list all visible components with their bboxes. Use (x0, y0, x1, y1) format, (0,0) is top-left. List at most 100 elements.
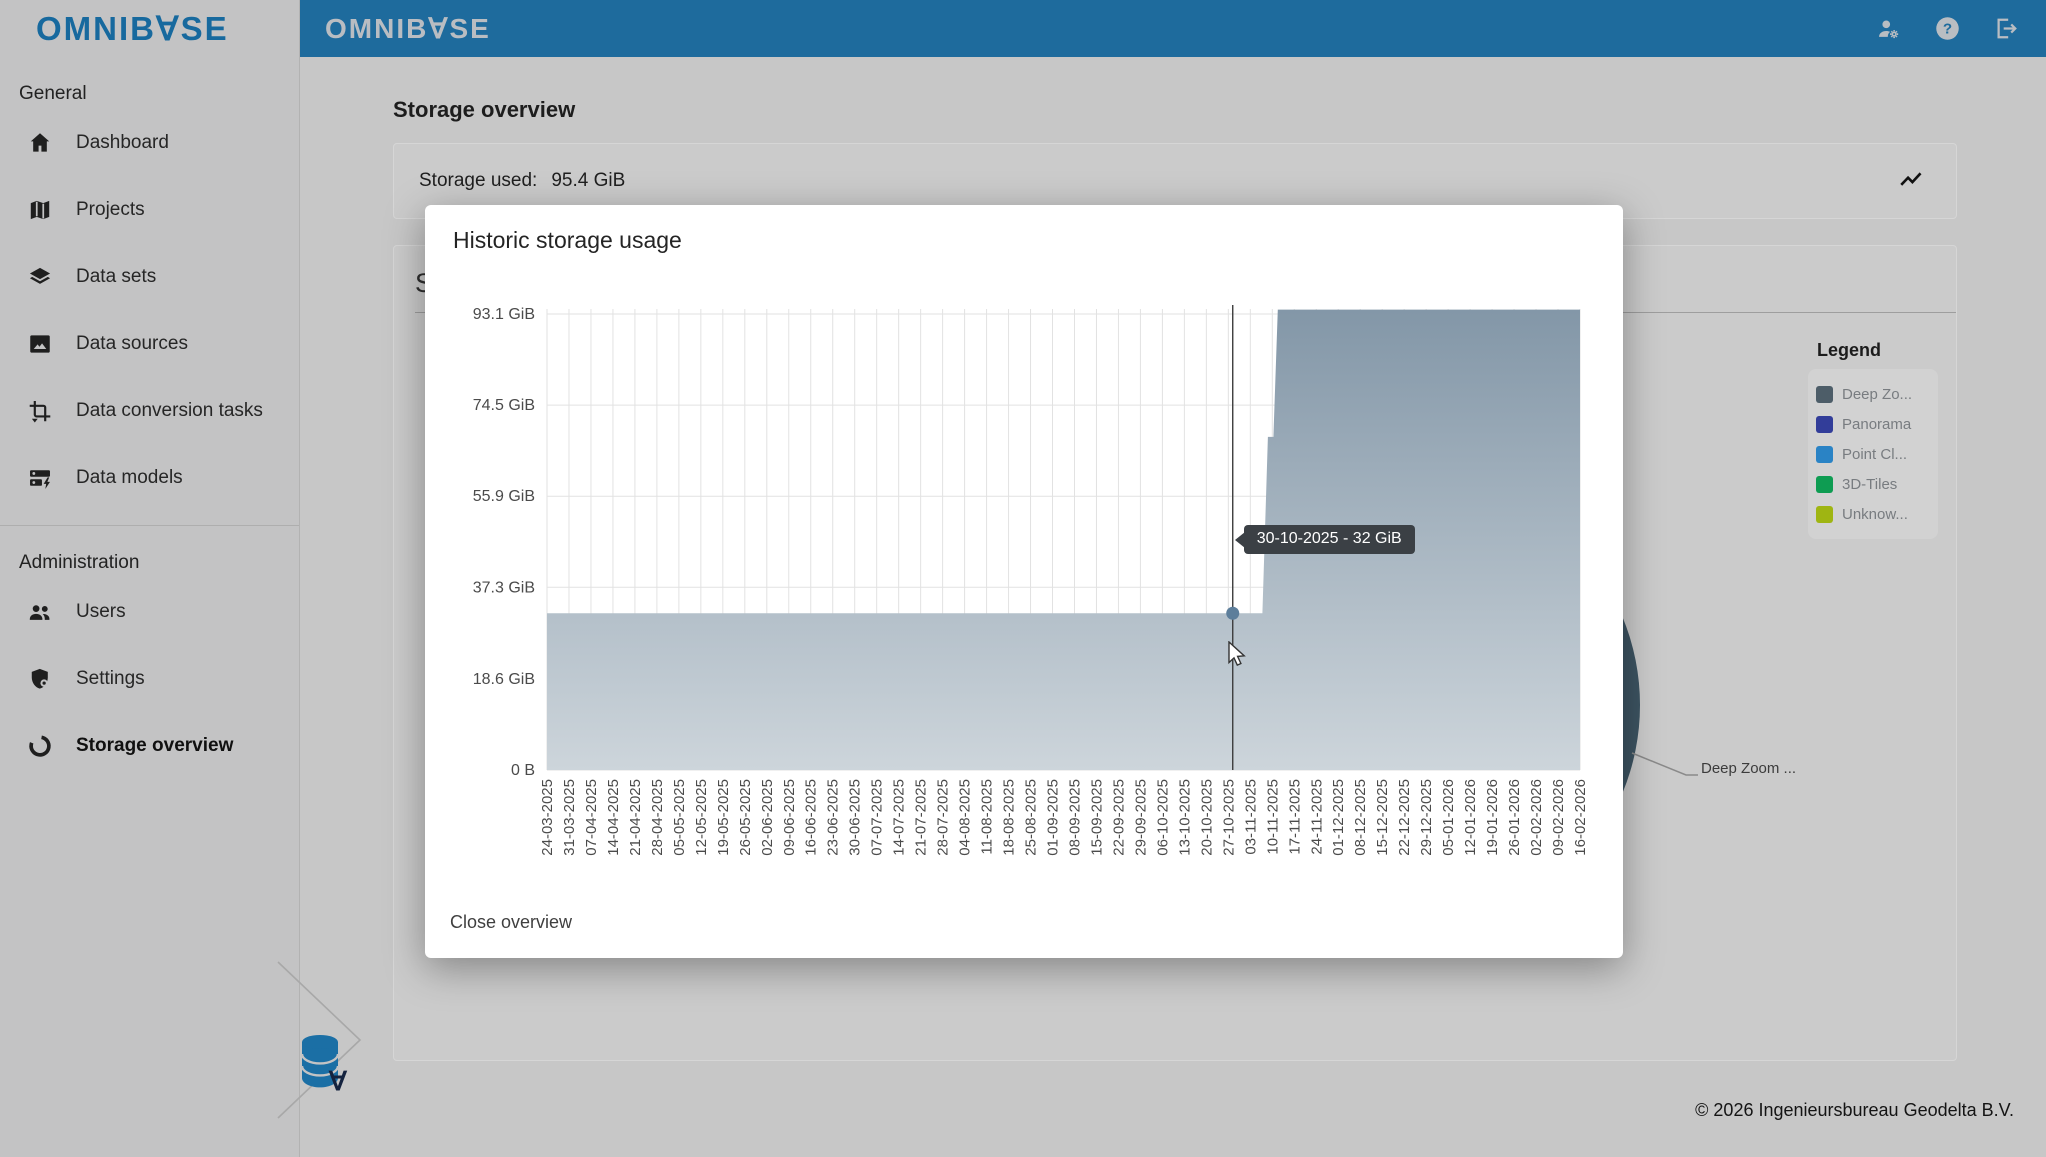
historic-storage-chart[interactable]: 0 B18.6 GiB37.3 GiB55.9 GiB74.5 GiB93.1 … (425, 265, 1623, 885)
x-axis-tick-label: 03-11-2025 (1242, 779, 1259, 855)
legend-swatch (1816, 446, 1833, 463)
storage-used-label: Storage used: (419, 170, 537, 191)
x-axis-tick-label: 09-02-2026 (1550, 779, 1567, 856)
layers-icon (27, 264, 53, 290)
x-axis-tick-label: 12-01-2026 (1462, 779, 1479, 856)
x-axis-tick-label: 14-04-2025 (605, 779, 622, 856)
sidebar-item-data-sources[interactable]: Data sources (0, 310, 299, 377)
x-axis-tick-label: 22-12-2025 (1396, 779, 1413, 856)
pie-legend: Legend Deep Zo... Panorama Point Cl... 3D-T… (1808, 340, 1938, 539)
history-chart-icon[interactable] (1894, 168, 1928, 194)
sidebar-item-label: Data models (76, 467, 183, 489)
sidebar-section-administration: Administration (0, 526, 299, 578)
x-axis-tick-label: 25-08-2025 (1023, 779, 1040, 856)
x-axis-tick-label: 26-05-2025 (737, 779, 754, 856)
x-axis-tick-label: 17-11-2025 (1286, 779, 1303, 855)
legend-box: Deep Zo... Panorama Point Cl... 3D-Tiles Unk… (1808, 369, 1938, 539)
x-axis-tick-label: 07-07-2025 (869, 779, 886, 856)
sidebar-item-data-models[interactable]: Data models (0, 444, 299, 511)
x-axis-tick-label: 15-12-2025 (1374, 779, 1391, 856)
topbar-logo[interactable]: OMNIB∀SE (325, 12, 491, 45)
x-axis-tick-label: 08-09-2025 (1066, 779, 1083, 856)
help-icon[interactable]: ? (1934, 15, 1961, 42)
y-axis-tick-label: 74.5 GiB (473, 397, 535, 414)
topbar-icons: ? (1875, 15, 2020, 42)
modal-title: Historic storage usage (453, 227, 682, 254)
sidebar-nav: GeneralDashboardProjectsData setsData so… (0, 57, 299, 779)
sidebar-item-storage-overview[interactable]: Storage overview (0, 712, 299, 779)
legend-swatch (1816, 416, 1833, 433)
x-axis-tick-label: 24-03-2025 (539, 779, 556, 856)
x-axis-tick-label: 01-12-2025 (1330, 779, 1347, 856)
legend-item-label: Point Cl... (1842, 446, 1907, 463)
sidebar-item-label: Data conversion tasks (76, 400, 263, 422)
legend-item: Point Cl... (1816, 439, 1930, 469)
storage-area-series (547, 310, 1580, 770)
legend-item: Unknow... (1816, 499, 1930, 529)
legend-title: Legend (1817, 340, 1938, 361)
legend-item-label: 3D-Tiles (1842, 476, 1897, 493)
sidebar-item-dashboard[interactable]: Dashboard (0, 109, 299, 176)
x-axis-tick-label: 13-10-2025 (1176, 779, 1193, 856)
x-axis-tick-label: 29-12-2025 (1418, 779, 1435, 856)
x-axis-tick-label: 11-08-2025 (979, 779, 996, 855)
sidebar-item-label: Data sources (76, 333, 188, 355)
sidebar-item-data-conversion-tasks[interactable]: Data conversion tasks (0, 377, 299, 444)
x-axis-tick-label: 31-03-2025 (561, 779, 578, 856)
legend-swatch (1816, 506, 1833, 523)
storage-used-value: 95.4 GiB (551, 170, 625, 191)
donut-icon (27, 733, 53, 759)
pie-slice-label: Deep Zoom ... (1701, 760, 1796, 777)
x-axis-tick-label: 19-01-2026 (1484, 779, 1501, 856)
x-axis-tick-label: 21-07-2025 (913, 779, 930, 856)
x-axis-tick-label: 10-11-2025 (1264, 779, 1281, 855)
sidebar-item-label: Users (76, 601, 126, 623)
y-axis-tick-label: 37.3 GiB (473, 579, 535, 596)
x-axis-tick-label: 07-04-2025 (583, 779, 600, 856)
users-icon (27, 599, 53, 625)
x-axis-tick-label: 26-01-2026 (1506, 779, 1523, 856)
sidebar-item-data-sets[interactable]: Data sets (0, 243, 299, 310)
home-icon (27, 130, 53, 156)
sidebar-item-users[interactable]: Users (0, 578, 299, 645)
x-axis-tick-label: 20-10-2025 (1198, 779, 1215, 856)
sidebar-logo[interactable]: OMNIB∀SE (0, 0, 299, 57)
footer-copyright: © 2026 Ingenieursbureau Geodelta B.V. (1695, 1100, 2014, 1121)
sidebar-item-settings[interactable]: Settings (0, 645, 299, 712)
image-icon (27, 331, 53, 357)
legend-swatch (1816, 476, 1833, 493)
x-axis-tick-label: 02-02-2026 (1528, 779, 1545, 856)
x-axis-tick-label: 27-10-2025 (1220, 779, 1237, 856)
close-overview-button[interactable]: Close overview (446, 908, 576, 937)
x-axis-tick-label: 18-08-2025 (1001, 779, 1018, 856)
x-axis-tick-label: 24-11-2025 (1308, 779, 1325, 855)
x-axis-tick-label: 06-10-2025 (1154, 779, 1171, 856)
sidebar-item-label: Dashboard (76, 132, 169, 154)
x-axis-tick-label: 05-05-2025 (671, 779, 688, 856)
sidebar-item-projects[interactable]: Projects (0, 176, 299, 243)
crop-icon (27, 398, 53, 424)
mouse-cursor-icon (1227, 641, 1249, 671)
sidebar-item-label: Settings (76, 668, 145, 690)
legend-item-label: Deep Zo... (1842, 386, 1912, 403)
x-axis-tick-label: 28-04-2025 (649, 779, 666, 856)
x-axis-tick-label: 16-02-2026 (1572, 779, 1589, 856)
logout-icon[interactable] (1993, 15, 2020, 42)
historic-storage-modal: Historic storage usage 0 B18.6 GiB37.3 G… (425, 205, 1623, 958)
map-icon (27, 197, 53, 223)
x-axis-tick-label: 15-09-2025 (1088, 779, 1105, 856)
pie-leader-line (1632, 753, 1698, 775)
topbar: OMNIB∀SE ? (300, 0, 2046, 57)
x-axis-tick-label: 22-09-2025 (1110, 779, 1127, 856)
legend-item: Panorama (1816, 409, 1930, 439)
sidebar: OMNIB∀SE GeneralDashboardProjectsData se… (0, 0, 300, 1157)
x-axis-tick-label: 16-06-2025 (803, 779, 820, 856)
chart-tooltip: 30-10-2025 - 32 GiB (1244, 525, 1415, 554)
x-axis-tick-label: 05-01-2026 (1440, 779, 1457, 856)
account-settings-icon[interactable] (1875, 15, 1902, 42)
x-axis-tick-label: 02-06-2025 (759, 779, 776, 856)
x-axis-tick-label: 21-04-2025 (627, 779, 644, 856)
x-axis-tick-label: 23-06-2025 (825, 779, 842, 856)
x-axis-tick-label: 01-09-2025 (1045, 779, 1062, 856)
storage-icon (27, 465, 53, 491)
